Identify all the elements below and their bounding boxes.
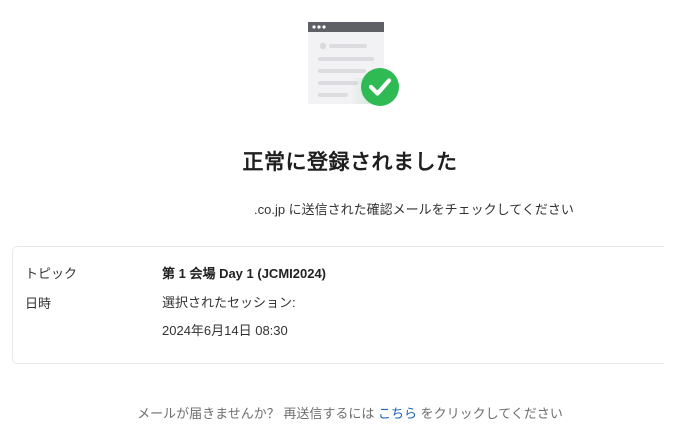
registration-details-card: トピック 第 1 会場 Day 1 (JCMI2024) 日時 選択されたセッシ…: [12, 246, 664, 364]
confirmation-subtitle: .co.jp に送信された確認メールをチェックしてください: [254, 202, 574, 217]
selected-session-label: 選択されたセッション:: [162, 295, 296, 310]
confirmation-title: 正常に登録されました: [242, 151, 458, 174]
resend-prefix-text: メールが届きませんか？ 再送信するには: [137, 406, 378, 421]
resend-suffix-text: をクリックしてください: [417, 406, 563, 421]
success-check-icon: [361, 68, 399, 106]
resend-email-note: メールが届きませんか？ 再送信するには こちら をクリックしてください: [0, 403, 680, 422]
resend-email-link[interactable]: こちら: [378, 406, 417, 421]
session-datetime-value: 2024年6月14日 08:30: [162, 323, 288, 338]
registration-success-icon: [308, 22, 399, 106]
datetime-label: 日時: [25, 296, 52, 311]
topic-value: 第 1 会場 Day 1 (JCMI2024): [162, 266, 327, 281]
registration-confirmation-page: 正常に登録されました .co.jp に送信された確認メールをチェックしてください…: [0, 0, 680, 438]
topic-label: トピック: [25, 266, 78, 281]
